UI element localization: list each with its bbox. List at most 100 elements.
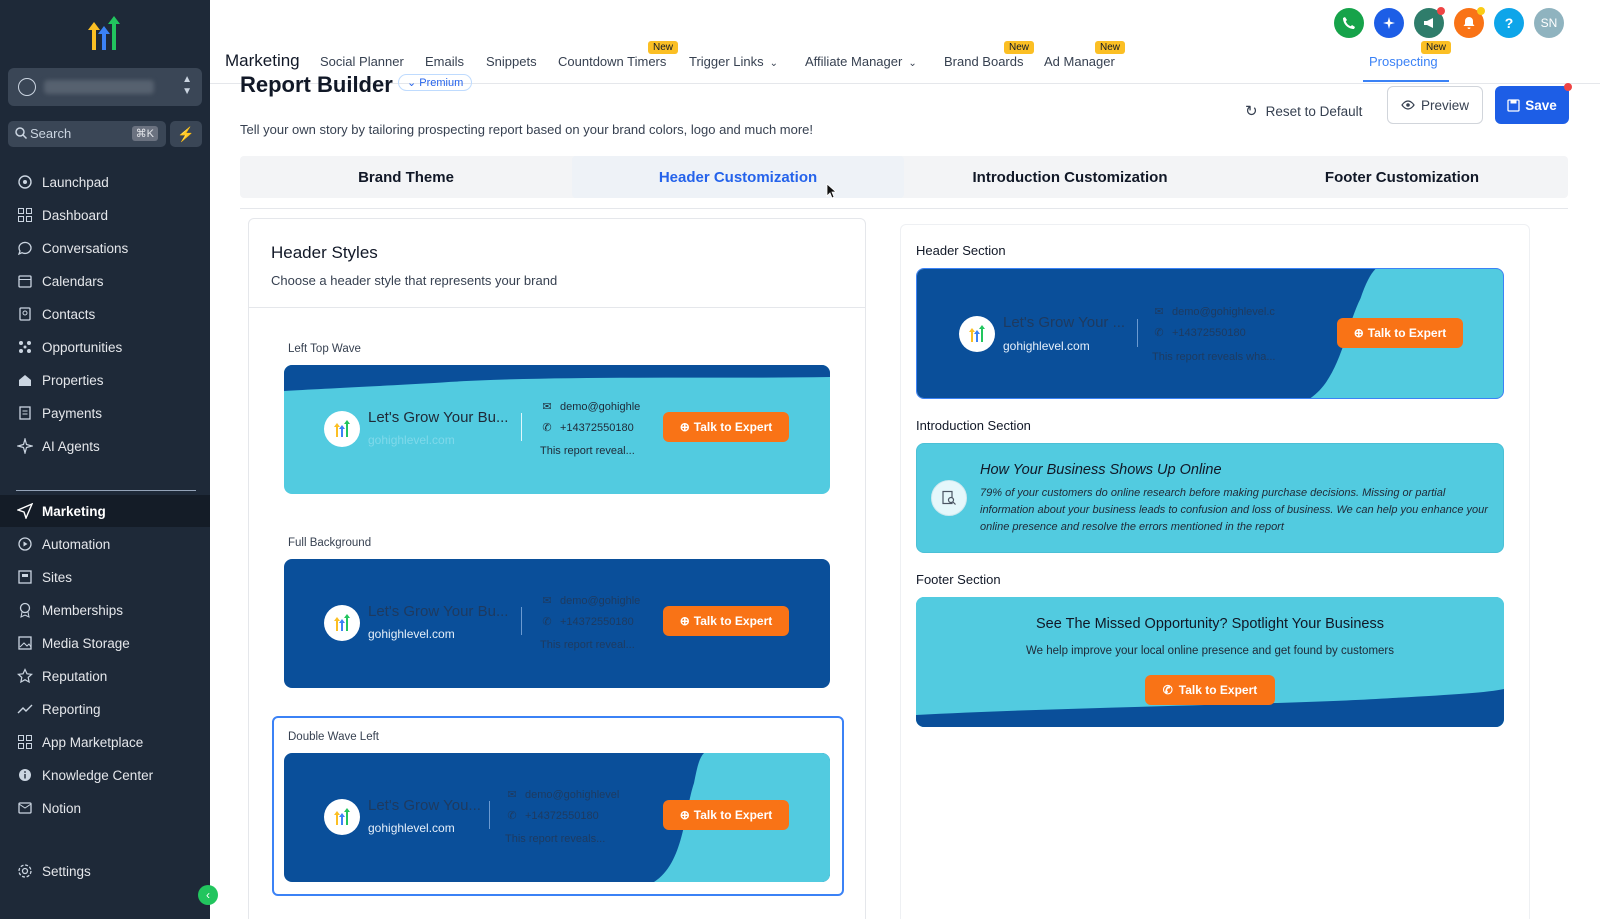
sidebar-item-conversations[interactable]: Conversations [0, 232, 210, 264]
sidebar-item-notion[interactable]: Notion [0, 792, 210, 824]
sidebar-item-ai-agents[interactable]: AI Agents [0, 430, 210, 462]
phone-icon[interactable] [1334, 8, 1364, 38]
tab-label: Affiliate Manager [805, 54, 903, 69]
footer-section-label: Footer Section [916, 572, 1001, 587]
sidebar-item-knowledge-center[interactable]: Knowledge Center [0, 759, 210, 791]
tab-brand-boards[interactable]: Brand Boards [944, 54, 1024, 69]
save-button[interactable]: Save [1495, 83, 1572, 124]
chevron-updown-icon: ▲ ▼ [182, 74, 192, 97]
style-option-left-top-wave[interactable]: Let's Grow Your Bu... gohighlevel.com ✉ d… [284, 365, 830, 494]
search-icon [15, 127, 28, 140]
tab-header-customization[interactable]: Header Customization [572, 156, 904, 198]
ai-assistant-icon[interactable] [1374, 8, 1404, 38]
sidebar-item-settings[interactable]: Settings [0, 855, 210, 887]
tab-affiliate-manager[interactable]: Affiliate Manager ⌄ [805, 54, 917, 69]
sidebar-item-dashboard[interactable]: Dashboard [0, 199, 210, 231]
email-text: demo@gohighle [560, 594, 641, 607]
tab-footer-customization[interactable]: Footer Customization [1236, 156, 1568, 198]
reset-to-default-button[interactable]: ↻ Reset to Default [1245, 92, 1362, 130]
premium-label: Premium [419, 77, 464, 89]
mail-icon: ✉ [507, 789, 517, 801]
bell-icon[interactable] [1454, 7, 1485, 38]
receipt-icon [16, 404, 34, 422]
new-badge: New [1421, 41, 1452, 54]
footer-title: See The Missed Opportunity? Spotlight Yo… [1036, 616, 1384, 632]
card-phone: ✆ +14372550180 [505, 809, 598, 823]
card-description: This report reveal... [540, 445, 635, 457]
tab-brand-theme[interactable]: Brand Theme [240, 156, 572, 198]
membership-icon [16, 601, 34, 619]
tab-snippets[interactable]: Snippets [486, 54, 537, 69]
sidebar-item-label: Memberships [42, 602, 124, 618]
sidebar-item-media-storage[interactable]: Media Storage [0, 627, 210, 659]
sparkle-icon [16, 437, 34, 455]
help-icon[interactable]: ? [1494, 8, 1524, 38]
phone-text: +14372550180 [1172, 326, 1246, 339]
sidebar-item-label: Properties [42, 372, 104, 388]
sidebar-item-sites[interactable]: Sites [0, 561, 210, 593]
style-label-full-background: Full Background [288, 537, 372, 549]
user-avatar[interactable]: SN [1534, 8, 1564, 38]
sidebar-item-label: Calendars [42, 273, 104, 289]
brand-logo-icon [324, 799, 360, 835]
notification-dot [1437, 7, 1445, 15]
cta-label: Talk to Expert [693, 420, 773, 434]
sites-icon [16, 568, 34, 586]
tab-social-planner[interactable]: Social Planner [320, 54, 404, 69]
introduction-preview-card: How Your Business Shows Up Online 79% of… [916, 443, 1504, 553]
card-title: Let's Grow Your Bu... [368, 409, 509, 426]
cta-label: Talk to Expert [693, 614, 773, 628]
preview-button[interactable]: Preview [1387, 86, 1483, 124]
save-label: Save [1525, 97, 1557, 113]
brand-logo-icon [324, 411, 360, 447]
card-description: This report reveals wha... [1152, 351, 1276, 363]
sidebar-item-automation[interactable]: Automation [0, 528, 210, 560]
style-option-double-wave-left[interactable]: Let's Grow You... gohighlevel.com ✉ demo@… [284, 753, 830, 882]
sidebar-item-calendars[interactable]: Calendars [0, 265, 210, 297]
announcements-icon[interactable] [1414, 7, 1445, 38]
rocket-icon [16, 173, 34, 191]
phone-icon: ✆ [1162, 683, 1173, 697]
preview-panel: Header Section Let's Grow Your ... gohig… [900, 224, 1530, 919]
image-icon [16, 634, 34, 652]
phone-text: +14372550180 [560, 615, 634, 628]
sidebar-item-label: App Marketplace [42, 734, 144, 750]
sidebar-item-marketing[interactable]: Marketing [0, 495, 210, 527]
card-title: Let's Grow Your Bu... [368, 603, 509, 620]
trend-icon [16, 700, 34, 718]
sidebar-item-label: AI Agents [42, 438, 100, 454]
phone-icon: ✆ [542, 422, 552, 434]
sidebar-item-reputation[interactable]: Reputation [0, 660, 210, 692]
sidebar-item-label: Opportunities [42, 339, 123, 355]
card-separator [521, 607, 522, 635]
search-shortcut: ⌘K [131, 126, 158, 141]
style-option-full-background[interactable]: Let's Grow Your Bu... gohighlevel.com ✉ d… [284, 559, 830, 688]
talk-to-expert-button: ⊕ Talk to Expert [663, 606, 789, 636]
sidebar-item-properties[interactable]: Properties [0, 364, 210, 396]
sidebar-item-opportunities[interactable]: Opportunities [0, 331, 210, 363]
tab-prospecting[interactable]: Prospecting [1369, 54, 1438, 69]
sidebar-item-payments[interactable]: Payments [0, 397, 210, 429]
phone-icon: ✆ [542, 616, 552, 628]
tab-countdown-timers[interactable]: Countdown Timers [558, 54, 666, 69]
sidebar-item-contacts[interactable]: Contacts [0, 298, 210, 330]
sidebar-search[interactable]: Search ⌘K [8, 121, 166, 147]
talk-to-expert-button: ⊕ Talk to Expert [1337, 318, 1463, 348]
talk-to-expert-button: ⊕ Talk to Expert [663, 800, 789, 830]
tab-trigger-links[interactable]: Trigger Links ⌄ [689, 54, 778, 69]
card-separator [489, 801, 490, 829]
card-website: gohighlevel.com [368, 433, 455, 447]
tab-introduction-customization[interactable]: Introduction Customization [904, 156, 1236, 198]
mail-icon: ✉ [542, 401, 552, 413]
sidebar-item-reporting[interactable]: Reporting [0, 693, 210, 725]
mail-icon: ✉ [542, 595, 552, 607]
quick-action-bolt-icon[interactable]: ⚡ [170, 121, 202, 147]
sidebar-item-label: Marketing [42, 503, 106, 519]
sidebar-item-app-marketplace[interactable]: App Marketplace [0, 726, 210, 758]
sidebar-item-launchpad[interactable]: Launchpad [0, 166, 210, 198]
tab-ad-manager[interactable]: Ad Manager [1044, 54, 1115, 69]
card-separator [1137, 319, 1138, 347]
sidebar-item-memberships[interactable]: Memberships [0, 594, 210, 626]
tab-emails[interactable]: Emails [425, 54, 464, 69]
account-switcher[interactable]: ▲ ▼ [8, 68, 202, 106]
